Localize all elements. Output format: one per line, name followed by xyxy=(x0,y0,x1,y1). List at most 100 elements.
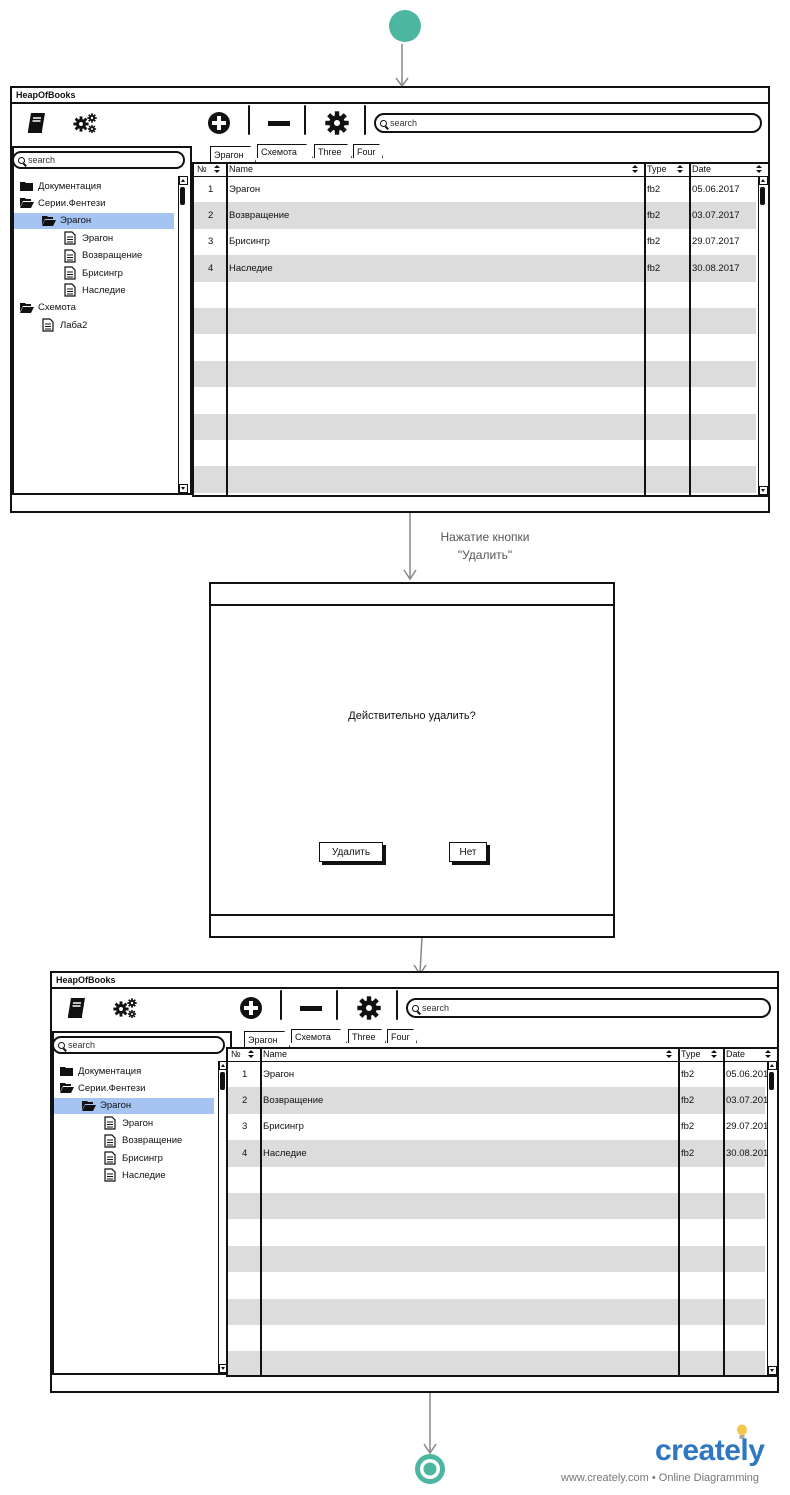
creately-logo: creately xyxy=(655,1434,765,1467)
header-date[interactable]: Date xyxy=(726,1049,745,1059)
settings-icon[interactable] xyxy=(356,995,382,1021)
header-name[interactable]: Name xyxy=(263,1049,287,1059)
remove-icon[interactable] xyxy=(298,995,324,1021)
table-scrollbar[interactable] xyxy=(767,1061,777,1375)
tree-item[interactable]: Эрагон xyxy=(104,1115,153,1131)
tree-item[interactable]: Брисингр xyxy=(104,1150,163,1166)
table-row xyxy=(228,1351,765,1375)
tree-item[interactable]: Серии.Фентези xyxy=(60,1080,145,1096)
remove-icon[interactable] xyxy=(266,110,292,136)
tree-item[interactable]: Эрагон xyxy=(54,1097,214,1114)
books-icon[interactable] xyxy=(64,995,90,1021)
sort-icon[interactable] xyxy=(711,1050,717,1059)
sort-icon[interactable] xyxy=(248,1050,254,1059)
tree-item[interactable]: Брисингр xyxy=(64,265,123,281)
table-row[interactable]: 3 Брисингр fb2 29.07.2017 xyxy=(194,229,756,255)
table-header: № Name Type Date xyxy=(194,164,768,177)
table-row xyxy=(194,493,756,495)
tree-item[interactable]: Наследие xyxy=(64,282,126,298)
scroll-up-icon[interactable] xyxy=(759,176,768,185)
header-number[interactable]: № xyxy=(197,164,207,174)
table-row[interactable]: 3 Брисингр fb2 29.07.2017 xyxy=(228,1114,774,1140)
scroll-thumb[interactable] xyxy=(220,1072,225,1090)
tree-item[interactable]: Документация xyxy=(20,178,101,194)
sort-icon[interactable] xyxy=(677,165,683,174)
cell-number: 1 xyxy=(208,183,214,195)
cell-number: 4 xyxy=(208,262,214,274)
search-input[interactable]: search xyxy=(406,998,771,1018)
add-icon[interactable] xyxy=(238,995,264,1021)
search-placeholder: search xyxy=(422,1003,450,1013)
scroll-up-icon[interactable] xyxy=(179,176,188,185)
tab-1[interactable]: Эрагон xyxy=(244,1031,290,1047)
edge-label-line1: Нажатие кнопки xyxy=(440,530,530,544)
scroll-thumb[interactable] xyxy=(760,187,765,205)
cell-name: Возвращение xyxy=(263,1095,324,1107)
cell-type: fb2 xyxy=(681,1095,695,1107)
delete-confirm-button[interactable]: Удалить xyxy=(319,842,383,862)
tab-2[interactable]: Схемота xyxy=(257,144,313,158)
toolbar-separator xyxy=(336,990,338,1020)
tree-item[interactable]: Эрагон xyxy=(64,230,113,246)
tree-item[interactable]: Эрагон xyxy=(14,212,174,229)
tree-item-label: Серии.Фентези xyxy=(78,1082,146,1094)
tree-scrollbar[interactable] xyxy=(178,176,188,493)
header-type[interactable]: Type xyxy=(681,1049,701,1059)
tree-item[interactable]: Документация xyxy=(60,1063,141,1079)
tab-4[interactable]: Four xyxy=(353,144,383,158)
books-icon[interactable] xyxy=(24,110,50,136)
cell-number: 4 xyxy=(242,1147,248,1159)
sort-icon[interactable] xyxy=(214,165,220,174)
main-window-before: HeapOfBooks search search Документация Сери… xyxy=(10,86,770,513)
sort-icon[interactable] xyxy=(765,1050,771,1059)
header-name[interactable]: Name xyxy=(229,164,253,174)
tree-item[interactable]: Схемота xyxy=(20,300,76,316)
scroll-up-icon[interactable] xyxy=(768,1061,777,1070)
toolbar-separator xyxy=(364,105,366,135)
sort-icon[interactable] xyxy=(666,1050,672,1059)
header-number[interactable]: № xyxy=(231,1049,241,1059)
table-row xyxy=(228,1167,765,1193)
header-type[interactable]: Type xyxy=(647,164,667,174)
tab-2[interactable]: Схемота xyxy=(291,1029,347,1043)
dialog-message: Действительно удалить? xyxy=(348,710,476,722)
tree-search-input[interactable]: search xyxy=(12,151,185,169)
search-input[interactable]: search xyxy=(374,113,762,133)
scroll-thumb[interactable] xyxy=(769,1072,774,1090)
column-divider xyxy=(689,164,691,495)
tab-3[interactable]: Three xyxy=(348,1029,386,1043)
table-row[interactable]: 4 Наследие fb2 30.08.2017 xyxy=(228,1140,774,1167)
tree-item[interactable]: Лаба2 xyxy=(42,317,87,333)
tab-4[interactable]: Four xyxy=(387,1029,417,1043)
table-row[interactable]: 1 Эрагон fb2 05.06.2017 xyxy=(194,176,756,202)
scroll-down-icon[interactable] xyxy=(768,1366,777,1375)
tree-item-label: Наследие xyxy=(82,284,126,296)
tree-search-input[interactable]: search xyxy=(52,1036,225,1054)
tab-1[interactable]: Эрагон xyxy=(210,146,256,162)
column-divider xyxy=(678,1049,680,1375)
settings-icon[interactable] xyxy=(324,110,350,136)
header-date[interactable]: Date xyxy=(692,164,711,174)
scroll-thumb[interactable] xyxy=(180,187,185,205)
tree-item-label: Наследие xyxy=(122,1169,166,1181)
tree-item[interactable]: Возвращение xyxy=(64,248,142,264)
start-node xyxy=(389,10,421,42)
table-row[interactable]: 2 Возвращение fb2 03.07.2017 xyxy=(194,202,756,229)
gears-icon[interactable] xyxy=(72,110,98,136)
table-scrollbar[interactable] xyxy=(758,176,768,495)
tree-item[interactable]: Серии.Фентези xyxy=(20,195,105,211)
tree-item[interactable]: Возвращение xyxy=(104,1133,182,1149)
table-row[interactable]: 1 Эрагон fb2 05.06.2017 xyxy=(228,1061,774,1087)
scroll-down-icon[interactable] xyxy=(759,486,768,495)
document-icon xyxy=(104,1168,116,1182)
add-icon[interactable] xyxy=(206,110,232,136)
tab-3[interactable]: Three xyxy=(314,144,352,158)
cancel-button[interactable]: Нет xyxy=(449,842,487,862)
gears-icon[interactable] xyxy=(112,995,138,1021)
tree-item[interactable]: Наследие xyxy=(104,1167,166,1183)
scroll-down-icon[interactable] xyxy=(179,484,188,493)
sort-icon[interactable] xyxy=(756,165,762,174)
table-row[interactable]: 4 Наследие fb2 30.08.2017 xyxy=(194,255,756,282)
sort-icon[interactable] xyxy=(632,165,638,174)
table-row[interactable]: 2 Возвращение fb2 03.07.2017 xyxy=(228,1087,774,1114)
